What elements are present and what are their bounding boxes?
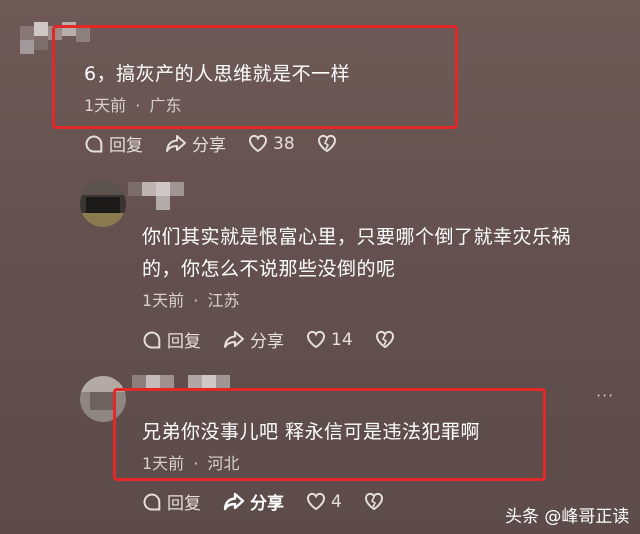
meta-separator: · bbox=[193, 454, 199, 473]
comment-actions: 回复 分享 38 bbox=[84, 131, 364, 156]
dislike-button[interactable] bbox=[317, 134, 342, 153]
comment-meta: 1天前 · 江苏 bbox=[142, 287, 239, 311]
heart-icon bbox=[307, 330, 325, 349]
dislike-button[interactable] bbox=[364, 492, 389, 511]
reply-icon bbox=[143, 330, 161, 348]
comment-text: 兄弟你没事儿吧 释永信可是违法犯罪啊 bbox=[142, 421, 481, 443]
share-label: 分享 bbox=[250, 494, 284, 514]
comment-actions: 回复 分享 14 bbox=[142, 327, 422, 352]
reply-button[interactable]: 回复 bbox=[142, 489, 201, 514]
reply-icon bbox=[143, 492, 161, 510]
like-button[interactable]: 38 bbox=[248, 134, 295, 154]
like-count: 4 bbox=[331, 491, 342, 512]
comment-location: 广东 bbox=[149, 96, 182, 115]
broken-heart-icon bbox=[375, 330, 394, 349]
meta-separator: · bbox=[135, 96, 141, 115]
comment-text-line-1: 你们其实就是恨富心里，只要哪个倒了就幸灾乐祸 bbox=[142, 226, 572, 248]
comment-meta: 1天前 · 河北 bbox=[142, 450, 239, 474]
comment-time: 1天前 bbox=[142, 454, 185, 473]
share-button[interactable]: 分享 bbox=[223, 489, 284, 514]
reply-icon bbox=[85, 134, 103, 152]
reply-label: 回复 bbox=[167, 494, 201, 514]
comment-meta: 1天前 · 广东 bbox=[84, 92, 181, 116]
comment-time: 1天前 bbox=[142, 291, 185, 310]
like-button[interactable]: 4 bbox=[306, 492, 342, 512]
share-button[interactable]: 分享 bbox=[165, 131, 226, 156]
comment-text: 6，搞灰产的人思维就是不一样 bbox=[84, 63, 351, 85]
dislike-button[interactable] bbox=[375, 330, 400, 349]
reply-button[interactable]: 回复 bbox=[142, 327, 201, 352]
share-label: 分享 bbox=[192, 136, 226, 156]
share-button[interactable]: 分享 bbox=[223, 327, 284, 352]
like-count: 38 bbox=[273, 133, 295, 154]
broken-heart-icon bbox=[317, 134, 336, 153]
reply-label: 回复 bbox=[167, 332, 201, 352]
reply-button[interactable]: 回复 bbox=[84, 131, 143, 156]
blurred-username bbox=[128, 182, 188, 212]
comment-location: 河北 bbox=[207, 454, 240, 473]
broken-heart-icon bbox=[364, 492, 383, 511]
reply-label: 回复 bbox=[109, 136, 143, 156]
watermark: 头条 @峰哥正读 bbox=[505, 507, 630, 527]
comment-text-line-2: 的，你怎么不说那些没倒的呢 bbox=[142, 258, 396, 280]
like-count: 14 bbox=[331, 329, 353, 350]
share-icon bbox=[224, 330, 244, 348]
comment-time: 1天前 bbox=[84, 96, 127, 115]
share-label: 分享 bbox=[250, 332, 284, 352]
like-button[interactable]: 14 bbox=[306, 330, 353, 350]
heart-icon bbox=[307, 492, 325, 511]
meta-separator: · bbox=[193, 291, 199, 310]
comment-actions: 回复 分享 4 bbox=[142, 489, 411, 514]
share-icon bbox=[223, 492, 245, 510]
avatar[interactable] bbox=[80, 181, 126, 227]
heart-icon bbox=[249, 134, 267, 153]
share-icon bbox=[166, 134, 186, 152]
more-icon[interactable]: ··· bbox=[596, 386, 614, 405]
comment-location: 江苏 bbox=[207, 291, 240, 310]
